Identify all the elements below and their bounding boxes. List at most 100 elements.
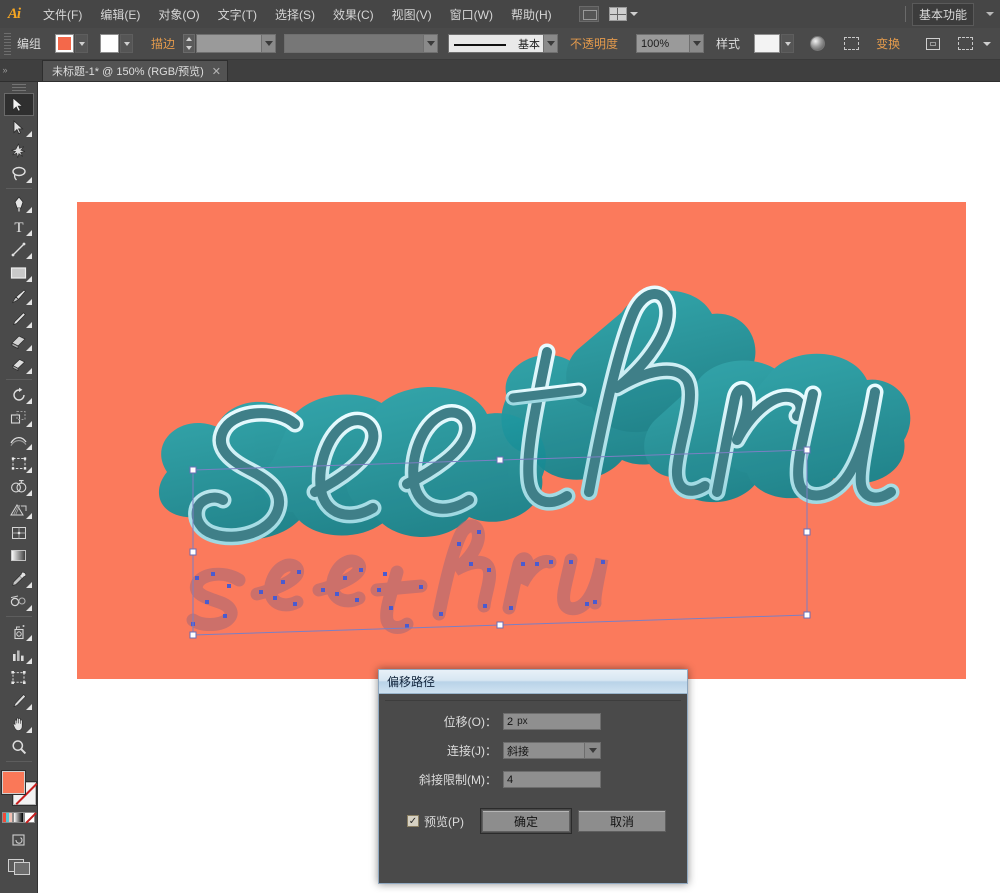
offset-row: 位移(O)： 2 px [385, 713, 681, 730]
preview-checkbox[interactable]: ✓ [407, 815, 419, 827]
menu-bar: Ai 文件(F) 编辑(E) 对象(O) 文字(T) 选择(S) 效果(C) 视… [0, 0, 1000, 28]
column-graph-tool[interactable] [4, 643, 34, 666]
divider [5, 379, 32, 380]
lasso-tool[interactable] [4, 162, 34, 185]
blob-brush-tool[interactable] [4, 330, 34, 353]
ok-button[interactable]: 确定 [480, 808, 572, 834]
stroke-weight-chevron-down-icon[interactable] [262, 34, 277, 53]
miter-limit-input[interactable]: 4 [503, 771, 601, 788]
joins-label: 连接(J)： [447, 744, 497, 758]
screen-mode-icon[interactable] [7, 857, 30, 875]
fill-swatch-group[interactable] [55, 34, 89, 53]
opacity-label[interactable]: 不透明度 [570, 35, 618, 52]
illustrator-window: Ai 文件(F) 编辑(E) 对象(O) 文字(T) 选择(S) 效果(C) 视… [0, 0, 1000, 893]
menu-window[interactable]: 窗口(W) [441, 2, 502, 27]
menu-file[interactable]: 文件(F) [34, 2, 91, 27]
chevron-down-icon [629, 12, 638, 16]
type-tool[interactable]: T [4, 215, 34, 238]
stroke-profile-field[interactable] [284, 34, 425, 53]
zoom-tool[interactable] [4, 735, 34, 758]
graphic-style-swatch[interactable] [754, 34, 781, 53]
app-logo-icon: Ai [7, 5, 21, 22]
control-bar: 编组 描边 基本 不透明度 100% 样式 变换 [0, 28, 1000, 60]
workspace-chevron-down-icon[interactable] [986, 12, 994, 16]
opacity-chevron-down-icon[interactable] [690, 34, 705, 53]
menu-select[interactable]: 选择(S) [266, 2, 324, 27]
rectangle-tool[interactable] [4, 261, 34, 284]
stroke-label[interactable]: 描边 [151, 35, 175, 52]
symbol-sprayer-tool[interactable] [4, 620, 34, 643]
dialog-body: 位移(O)： 2 px 连接(J)： 斜接 斜接限制(M)： 4 ✓ 预览(P)… [385, 700, 681, 877]
brush-definition-field[interactable]: 基本 [448, 34, 545, 53]
fill-chevron-down-icon[interactable] [75, 34, 89, 53]
gradient-button[interactable] [13, 812, 24, 823]
stroke-swatch-none[interactable] [100, 34, 120, 53]
shape-options-chevron-down-icon[interactable] [983, 41, 992, 46]
menu-edit[interactable]: 编辑(E) [91, 2, 149, 27]
menu-type[interactable]: 文字(T) [209, 2, 266, 27]
miter-limit-value: 4 [507, 773, 514, 786]
pencil-tool[interactable] [4, 307, 34, 330]
blend-tool[interactable] [4, 590, 34, 613]
menu-bar-right: 基本功能 [899, 0, 1000, 28]
menu-object[interactable]: 对象(O) [149, 2, 208, 27]
divider [5, 761, 32, 762]
shape-builder-tool[interactable] [4, 475, 34, 498]
menu-effect[interactable]: 效果(C) [324, 2, 383, 27]
joins-select[interactable]: 斜接 [503, 742, 601, 759]
align-icon[interactable] [922, 33, 944, 55]
artboard-tool[interactable] [4, 666, 34, 689]
eraser-tool[interactable] [4, 353, 34, 376]
stroke-weight-field[interactable] [196, 34, 263, 53]
hand-tool[interactable] [4, 712, 34, 735]
stroke-weight-stepper[interactable] [183, 34, 196, 53]
perspective-grid-tool[interactable] [4, 498, 34, 521]
paintbrush-tool[interactable] [4, 284, 34, 307]
stroke-swatch-group[interactable] [100, 34, 134, 53]
recolor-artwork-icon[interactable] [840, 33, 862, 55]
line-segment-tool[interactable] [4, 238, 34, 261]
opacity-appearance-icon[interactable] [806, 33, 828, 55]
brush-definition-chevron-down-icon[interactable] [544, 34, 559, 53]
document-tab[interactable]: 未标题-1* @ 150% (RGB/预览) ✕ [42, 60, 228, 81]
stroke-profile-chevron-down-icon[interactable] [424, 34, 439, 53]
color-button[interactable] [2, 812, 13, 823]
selection-tool[interactable] [3, 93, 34, 116]
graphic-style-chevron-down-icon[interactable] [781, 34, 795, 53]
stroke-chevron-down-icon[interactable] [120, 34, 134, 53]
cancel-button[interactable]: 取消 [578, 810, 666, 832]
chevron-down-icon[interactable] [584, 743, 600, 758]
dialog-title-bar[interactable]: 偏移路径 [379, 670, 687, 694]
opacity-field[interactable]: 100% [636, 34, 691, 53]
close-icon[interactable]: ✕ [212, 65, 221, 78]
gradient-tool[interactable] [4, 544, 34, 567]
scale-tool[interactable] [4, 406, 34, 429]
rotate-tool[interactable] [4, 383, 34, 406]
joins-row: 连接(J)： 斜接 [385, 742, 681, 759]
slice-tool[interactable] [4, 689, 34, 712]
direct-selection-tool[interactable] [4, 116, 34, 139]
none-button[interactable] [24, 812, 35, 823]
offset-input[interactable]: 2 px [503, 713, 601, 730]
mesh-tool[interactable] [4, 521, 34, 544]
preview-label[interactable]: 预览(P) [424, 813, 464, 830]
eyedropper-tool[interactable] [4, 567, 34, 590]
menu-view[interactable]: 视图(V) [383, 2, 441, 27]
workspace-switcher[interactable]: 基本功能 [911, 2, 974, 26]
control-bar-grip[interactable] [4, 32, 11, 55]
width-tool[interactable] [4, 429, 34, 452]
panel-expand-icon[interactable]: » [0, 59, 10, 81]
tools-panel-grip[interactable] [11, 84, 26, 93]
shape-options-icon[interactable] [954, 33, 976, 55]
menu-help[interactable]: 帮助(H) [502, 2, 561, 27]
pen-tool[interactable] [4, 192, 34, 215]
magic-wand-tool[interactable] [4, 139, 34, 162]
free-transform-tool[interactable] [4, 452, 34, 475]
fill-swatch[interactable] [55, 34, 75, 53]
divider [5, 188, 32, 189]
bridge-icon[interactable] [578, 6, 599, 22]
fill-color-indicator[interactable] [0, 770, 26, 795]
transform-label[interactable]: 变换 [876, 35, 900, 52]
arrange-documents-button[interactable] [608, 7, 638, 21]
drawing-mode-icon[interactable] [9, 831, 29, 849]
